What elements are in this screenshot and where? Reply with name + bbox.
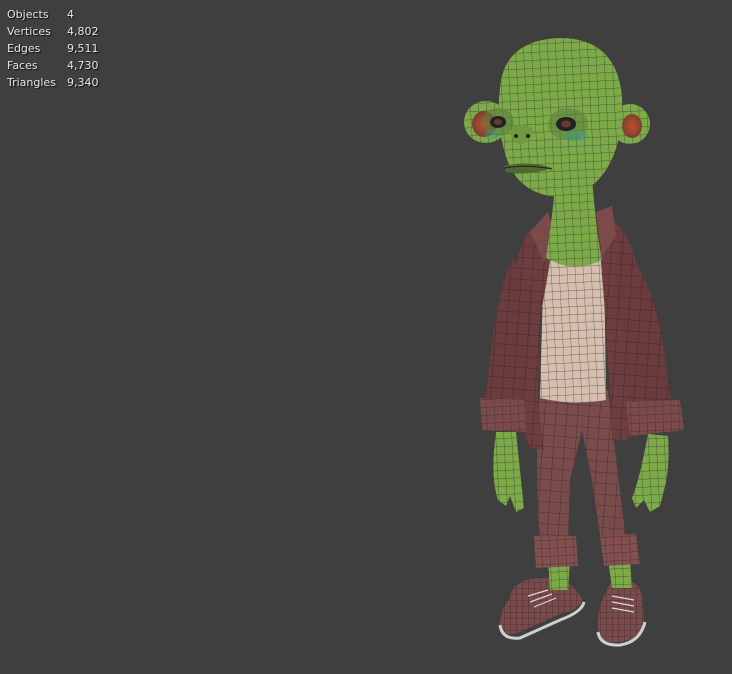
shirt bbox=[540, 250, 606, 403]
left-hand bbox=[493, 432, 524, 512]
right-hand bbox=[632, 434, 669, 512]
left-shoe bbox=[498, 578, 586, 640]
character-model[interactable] bbox=[0, 0, 732, 674]
right-shoe bbox=[596, 579, 647, 647]
head bbox=[482, 38, 623, 197]
3d-viewport[interactable]: Objects 4 Vertices 4,802 Edges 9,511 Fac… bbox=[0, 0, 732, 674]
